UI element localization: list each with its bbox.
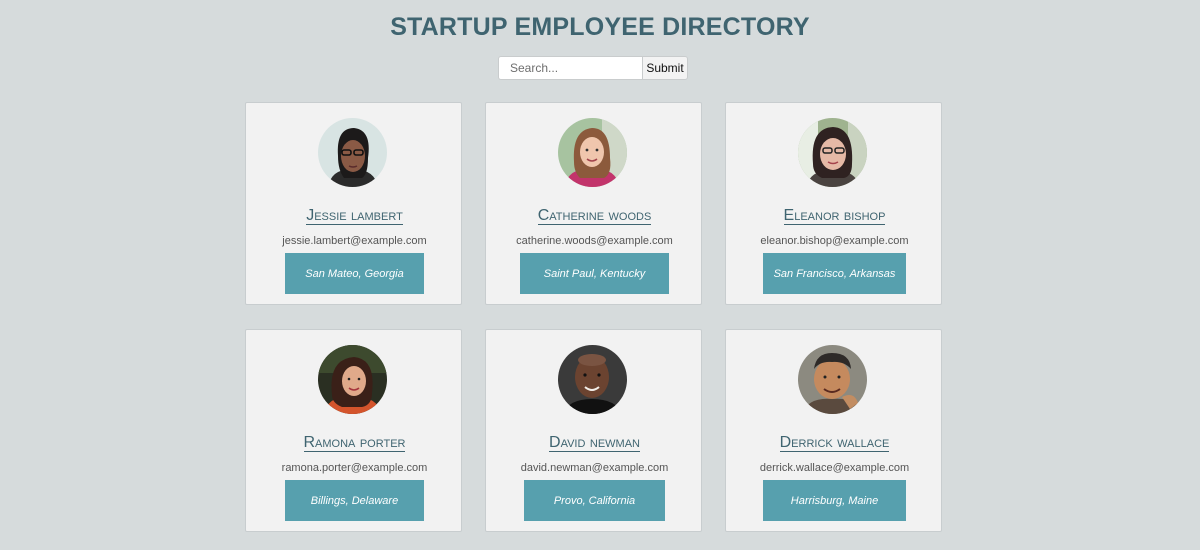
employee-email: jessie.lambert@example.com xyxy=(282,235,427,247)
employee-card[interactable]: Ramona porter ramona.porter@example.com … xyxy=(245,329,462,532)
employee-email: eleanor.bishop@example.com xyxy=(760,235,909,247)
employee-email: david.newman@example.com xyxy=(520,462,669,474)
employee-email: derrick.wallace@example.com xyxy=(759,462,910,474)
submit-button[interactable]: Submit xyxy=(642,56,688,80)
employee-location: Provo, California xyxy=(524,480,665,521)
employee-card[interactable]: David newman david.newman@example.com Pr… xyxy=(485,329,702,532)
employee-name[interactable]: Eleanor bishop xyxy=(726,204,943,228)
employee-name[interactable]: Derrick wallace xyxy=(726,431,943,455)
employee-name[interactable]: Catherine woods xyxy=(486,204,703,228)
employee-location: Billings, Delaware xyxy=(285,480,424,521)
employee-card[interactable]: Eleanor bishop eleanor.bishop@example.co… xyxy=(725,102,942,305)
employee-location: San Francisco, Arkansas xyxy=(763,253,906,294)
employee-email: ramona.porter@example.com xyxy=(281,462,428,474)
employee-card[interactable]: Catherine woods catherine.woods@example.… xyxy=(485,102,702,305)
search-input[interactable] xyxy=(498,56,642,80)
employee-card[interactable]: Derrick wallace derrick.wallace@example.… xyxy=(725,329,942,532)
page-title: STARTUP EMPLOYEE DIRECTORY xyxy=(390,13,810,41)
employee-name[interactable]: Ramona porter xyxy=(246,431,463,455)
avatar xyxy=(798,118,867,187)
employee-location: Saint Paul, Kentucky xyxy=(520,253,669,294)
employee-location: San Mateo, Georgia xyxy=(285,253,424,294)
search-form: Submit xyxy=(498,56,688,80)
employee-name[interactable]: David newman xyxy=(486,431,703,455)
avatar xyxy=(318,345,387,414)
avatar xyxy=(798,345,867,414)
avatar xyxy=(558,118,627,187)
employee-email: catherine.woods@example.com xyxy=(516,235,673,247)
employee-name[interactable]: Jessie lambert xyxy=(246,204,463,228)
avatar xyxy=(318,118,387,187)
avatar xyxy=(558,345,627,414)
employee-card[interactable]: Jessie lambert jessie.lambert@example.co… xyxy=(245,102,462,305)
employee-location: Harrisburg, Maine xyxy=(763,480,906,521)
